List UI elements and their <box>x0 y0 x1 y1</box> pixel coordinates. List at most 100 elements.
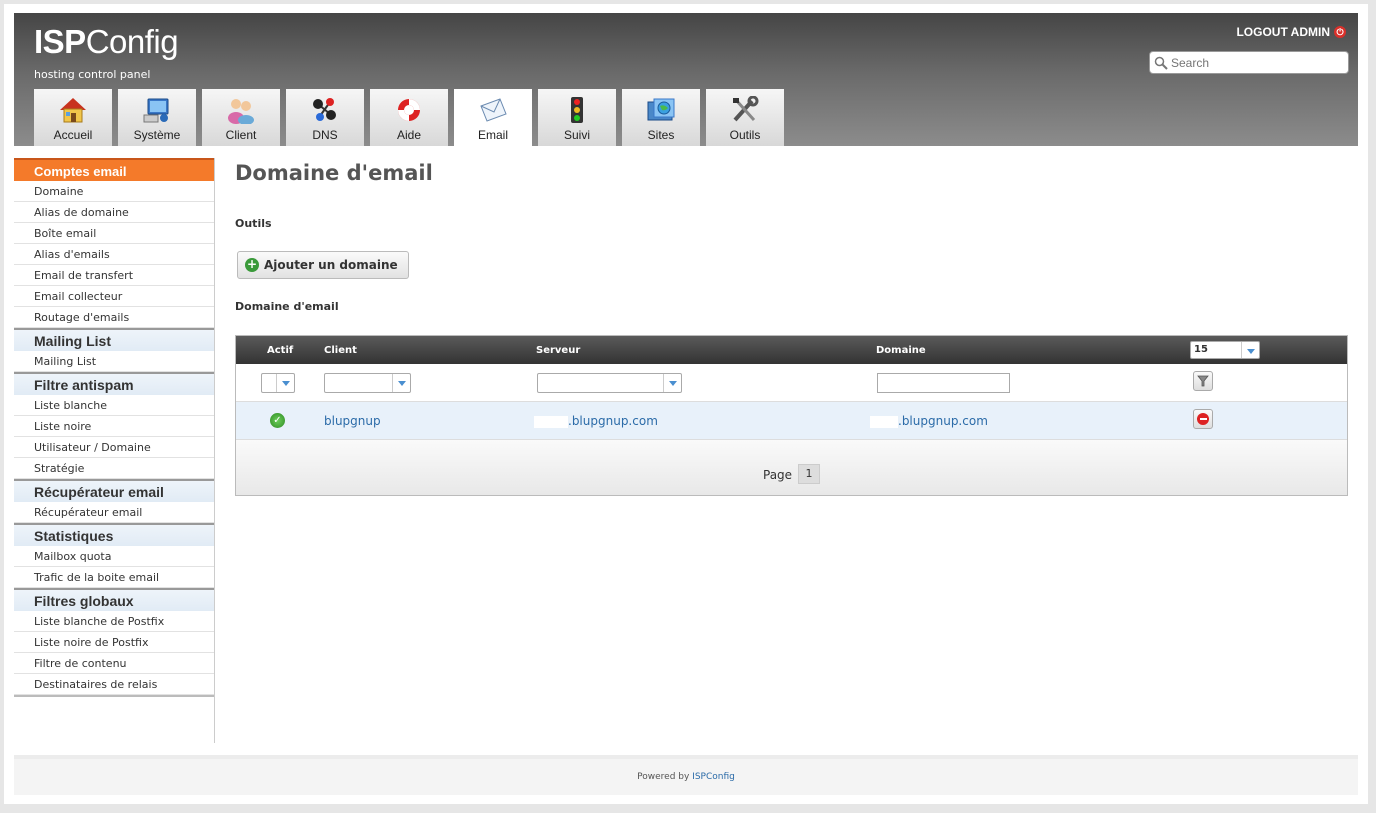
tab-label: Sites <box>647 128 675 142</box>
cell-serveur[interactable]: .blupgnup.com <box>534 414 658 428</box>
table-header: Actif Client Serveur Domaine 15 <box>236 336 1347 364</box>
page-number[interactable]: 1 <box>798 464 820 484</box>
sidebar-item-liste-blanche[interactable]: Liste blanche <box>14 395 214 416</box>
logo-subtitle: hosting control panel <box>34 68 151 81</box>
logout-link[interactable]: LOGOUT ADMIN ⏻ <box>1236 25 1346 39</box>
power-icon: ⏻ <box>1334 26 1346 38</box>
tab-aide[interactable]: Aide <box>370 89 448 146</box>
delete-button[interactable] <box>1193 409 1213 429</box>
tab-sites[interactable]: Sites <box>622 89 700 146</box>
tab-client[interactable]: Client <box>202 89 280 146</box>
search-icon <box>1154 56 1168 70</box>
sidebar-item-alias-de-domaine[interactable]: Alias de domaine <box>14 202 214 223</box>
tab-label: Accueil <box>53 128 93 142</box>
sidebar-section-filtres-globaux: Filtres globaux <box>14 588 214 611</box>
sidebar-section-filtre-antispam: Filtre antispam <box>14 372 214 395</box>
add-domain-label: Ajouter un domaine <box>264 258 398 272</box>
chevron-down-icon <box>663 374 681 392</box>
sidebar-item-mailbox-quota[interactable]: Mailbox quota <box>14 546 214 567</box>
plus-icon: + <box>245 257 259 272</box>
computer-icon <box>141 95 173 125</box>
sidebar-section-mailing-list: Mailing List <box>14 328 214 351</box>
sidebar: Comptes email Domaine Alias de domaine B… <box>14 158 215 743</box>
sidebar-item-mailing-list[interactable]: Mailing List <box>14 351 214 372</box>
filter-button[interactable] <box>1193 371 1213 391</box>
envelope-icon <box>477 95 509 125</box>
column-header-serveur[interactable]: Serveur <box>536 345 580 356</box>
page-title: Domaine d'email <box>235 161 433 185</box>
tab-systeme[interactable]: Système <box>118 89 196 146</box>
sidebar-item-utilisateur-domaine[interactable]: Utilisateur / Domaine <box>14 437 214 458</box>
cell-domaine[interactable]: .blupgnup.com <box>870 414 988 428</box>
per-page-select[interactable]: 15 <box>1190 341 1260 359</box>
sidebar-item-filtre-de-contenu[interactable]: Filtre de contenu <box>14 653 214 674</box>
sidebar-item-email-de-transfert[interactable]: Email de transfert <box>14 265 214 286</box>
house-icon <box>57 95 89 125</box>
sidebar-section-statistiques: Statistiques <box>14 523 214 546</box>
table-row[interactable]: ✓ blupgnup .blupgnup.com .blupgnup.com <box>236 402 1347 440</box>
check-icon: ✓ <box>270 413 285 428</box>
sidebar-item-boite-email[interactable]: Boîte email <box>14 223 214 244</box>
column-header-client[interactable]: Client <box>324 345 357 356</box>
sidebar-item-recuperateur-email[interactable]: Récupérateur email <box>14 502 214 523</box>
sidebar-item-destinataires-de-relais[interactable]: Destinataires de relais <box>14 674 214 695</box>
chevron-down-icon <box>1241 342 1259 358</box>
footer-powered: Powered by <box>637 772 693 782</box>
lifebuoy-icon <box>393 95 425 125</box>
search-box[interactable] <box>1149 51 1349 74</box>
main-tabs: Accueil Système Client DNS Aide Email Su… <box>34 89 784 146</box>
tab-email[interactable]: Email <box>454 89 532 146</box>
footer: Powered by ISPConfig <box>14 755 1358 795</box>
add-domain-button[interactable]: + Ajouter un domaine <box>237 251 409 279</box>
tab-label: Suivi <box>563 128 590 142</box>
footer-brand-link[interactable]: ISPConfig <box>692 772 735 782</box>
filter-client-select[interactable] <box>324 373 411 393</box>
column-header-actif[interactable]: Actif <box>267 345 293 356</box>
sidebar-item-domaine[interactable]: Domaine <box>14 181 214 202</box>
column-header-domaine[interactable]: Domaine <box>876 345 926 356</box>
filter-domaine-input[interactable] <box>877 373 1010 393</box>
logo: ISPConfig <box>34 23 179 60</box>
redacted-block <box>870 415 898 428</box>
tab-label: Email <box>477 128 508 142</box>
logout-label: LOGOUT ADMIN <box>1236 25 1330 39</box>
sidebar-item-routage-emails[interactable]: Routage d'emails <box>14 307 214 328</box>
chevron-down-icon <box>392 374 410 392</box>
tools-icon <box>729 95 761 125</box>
sidebar-item-liste-noire[interactable]: Liste noire <box>14 416 214 437</box>
chevron-down-icon <box>276 374 294 392</box>
sidebar-item-email-collecteur[interactable]: Email collecteur <box>14 286 214 307</box>
sidebar-section-comptes-email: Comptes email <box>14 158 214 181</box>
traffic-light-icon <box>561 95 593 125</box>
cell-client[interactable]: blupgnup <box>324 414 381 428</box>
sidebar-item-liste-noire-postfix[interactable]: Liste noire de Postfix <box>14 632 214 653</box>
sidebar-item-strategie[interactable]: Stratégie <box>14 458 214 479</box>
sidebar-item-trafic-boite-email[interactable]: Trafic de la boite email <box>14 567 214 588</box>
sidebar-item-alias-emails[interactable]: Alias d'emails <box>14 244 214 265</box>
tab-dns[interactable]: DNS <box>286 89 364 146</box>
filter-serveur-select[interactable] <box>537 373 682 393</box>
tab-label: Aide <box>396 128 422 142</box>
tab-label: DNS <box>312 128 338 142</box>
tab-label: Client <box>225 128 257 142</box>
sidebar-divider <box>14 695 214 697</box>
tab-outils[interactable]: Outils <box>706 89 784 146</box>
sidebar-section-recuperateur-email: Récupérateur email <box>14 479 214 502</box>
pager: Page 1 <box>236 440 1347 495</box>
cell-serveur-text: .blupgnup.com <box>568 414 658 428</box>
tab-label: Outils <box>729 128 761 142</box>
filter-row <box>236 364 1347 402</box>
globe-folder-icon <box>645 95 677 125</box>
tab-suivi[interactable]: Suivi <box>538 89 616 146</box>
domain-table: Actif Client Serveur Domaine 15 ✓ blupgn… <box>235 335 1348 496</box>
main-content: Domaine d'email Outils + Ajouter un doma… <box>235 158 1349 496</box>
app-frame: ISPConfig hosting control panel LOGOUT A… <box>4 4 1368 804</box>
users-icon <box>225 95 257 125</box>
pager-label: Page <box>763 468 793 482</box>
network-icon <box>309 95 341 125</box>
per-page-value: 15 <box>1194 344 1208 355</box>
filter-actif-select[interactable] <box>261 373 295 393</box>
tab-accueil[interactable]: Accueil <box>34 89 112 146</box>
sidebar-item-liste-blanche-postfix[interactable]: Liste blanche de Postfix <box>14 611 214 632</box>
search-input[interactable] <box>1171 55 1341 70</box>
